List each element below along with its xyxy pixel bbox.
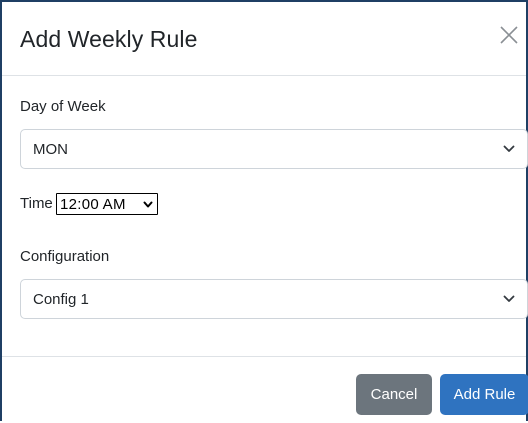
cancel-button[interactable]: Cancel	[356, 374, 432, 415]
close-icon	[500, 26, 518, 44]
configuration-label: Configuration	[20, 248, 110, 265]
configuration-select[interactable]: Config 1	[20, 279, 528, 319]
day-of-week-label: Day of Week	[20, 98, 106, 115]
add-rule-button[interactable]: Add Rule	[440, 374, 528, 415]
time-label: Time	[20, 195, 53, 212]
time-select[interactable]: 12:00 AM	[56, 193, 158, 215]
chevron-down-icon	[503, 295, 515, 302]
day-of-week-select[interactable]: MON	[20, 129, 528, 169]
dialog-footer: Cancel Add Rule	[2, 356, 528, 423]
add-weekly-rule-dialog: Add Weekly Rule Day of Week MON Time 12:…	[0, 0, 528, 421]
time-value: 12:00 AM	[60, 196, 126, 213]
dialog-header: Add Weekly Rule	[2, 2, 526, 76]
configuration-value: Config 1	[33, 291, 89, 308]
day-of-week-value: MON	[33, 141, 68, 158]
chevron-down-icon	[143, 201, 153, 208]
dialog-title: Add Weekly Rule	[20, 26, 198, 52]
chevron-down-icon	[503, 145, 515, 152]
close-button[interactable]	[498, 24, 522, 50]
